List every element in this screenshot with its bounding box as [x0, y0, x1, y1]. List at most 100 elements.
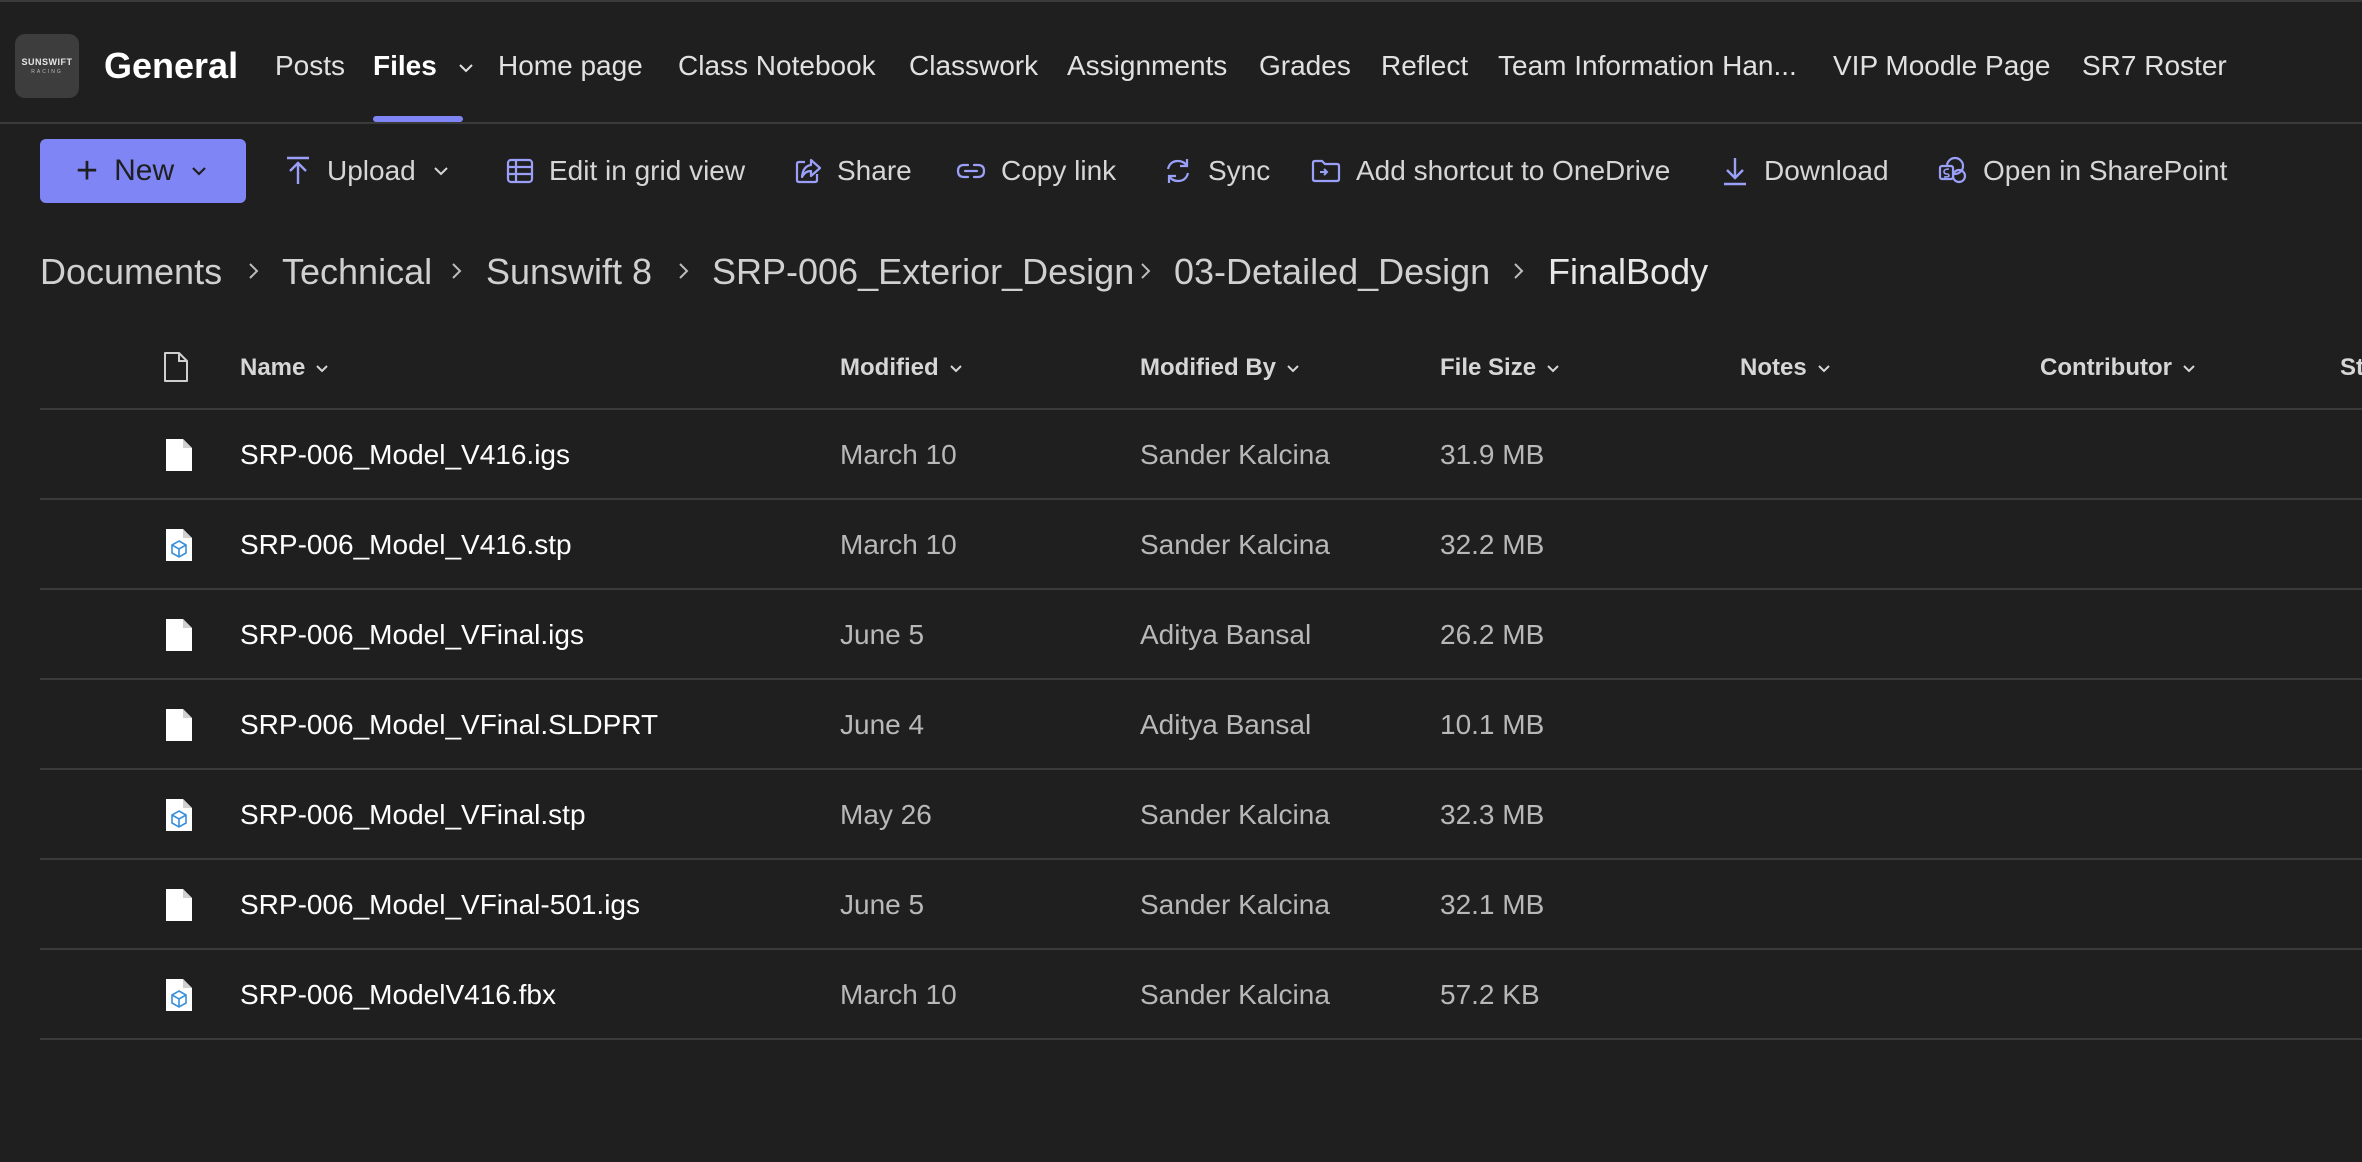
download-label: Download [1764, 155, 1889, 186]
channel-header: SUNSWIFT RACING General Posts Files Home… [0, 0, 2362, 124]
open-in-sharepoint-button[interactable]: Open in SharePoint [1937, 152, 2227, 190]
table-row[interactable]: SRP-006_Model_V416.stp March 10 Sander K… [40, 500, 2362, 590]
tab-assignments[interactable]: Assignments [1067, 48, 1227, 84]
tab-team-information[interactable]: Team Information Han... [1498, 48, 1797, 84]
divider [40, 1038, 2362, 1040]
column-header-status[interactable]: St [2340, 352, 2362, 384]
chevron-down-icon [316, 364, 329, 373]
breadcrumb-technical[interactable]: Technical [282, 250, 432, 294]
chevron-down-icon [458, 63, 473, 73]
tab-grades[interactable]: Grades [1259, 48, 1351, 84]
file-size: 32.1 MB [1440, 889, 1545, 920]
column-header-contributor[interactable]: Contributor [2040, 352, 2198, 384]
add-shortcut-icon [1311, 159, 1341, 183]
copy-link-button[interactable]: Copy link [955, 152, 1116, 190]
file-name[interactable]: SRP-006_Model_VFinal-501.igs [240, 887, 640, 923]
chevron-down-icon [949, 364, 962, 373]
table-row[interactable]: SRP-006_ModelV416.fbx March 10 Sander Ka… [40, 950, 2362, 1040]
add-shortcut-label: Add shortcut to OneDrive [1356, 155, 1671, 186]
modified-by: Aditya Bansal [1140, 709, 1312, 740]
active-tab-indicator [373, 116, 463, 122]
column-header-modified-by-label: Modified By [1140, 354, 1276, 381]
chevron-right-icon [1141, 263, 1151, 279]
breadcrumb-detailed-design[interactable]: 03-Detailed_Design [1174, 250, 1490, 294]
file-size: 57.2 KB [1440, 979, 1540, 1010]
breadcrumb-exterior-design[interactable]: SRP-006_Exterior_Design [712, 250, 1134, 294]
tab-posts[interactable]: Posts [275, 48, 345, 84]
file-name[interactable]: SRP-006_Model_VFinal.SLDPRT [240, 707, 658, 743]
file-name[interactable]: SRP-006_Model_VFinal.igs [240, 617, 584, 653]
column-header-name[interactable]: Name [240, 352, 331, 384]
share-button[interactable]: Share [793, 152, 912, 190]
modified-by: Sander Kalcina [1140, 979, 1330, 1010]
upload-button[interactable]: Upload [283, 152, 452, 190]
tab-files[interactable]: Files [373, 48, 477, 84]
column-header-modified[interactable]: Modified [840, 352, 965, 384]
generic-file-icon [166, 439, 192, 471]
new-button[interactable]: + New [40, 139, 246, 203]
chevron-right-icon [679, 263, 689, 279]
chevron-down-icon [1817, 364, 1830, 373]
add-shortcut-button[interactable]: Add shortcut to OneDrive [1310, 152, 1670, 190]
generic-file-icon [166, 619, 192, 651]
modified-date: June 4 [840, 709, 925, 740]
column-header-file-size[interactable]: File Size [1440, 352, 1562, 384]
file-size: 32.3 MB [1440, 799, 1545, 830]
table-row[interactable]: SRP-006_Model_VFinal.stp May 26 Sander K… [40, 770, 2362, 860]
column-header-notes-label: Notes [1740, 354, 1807, 381]
tab-home-page[interactable]: Home page [498, 48, 643, 84]
download-button[interactable]: Download [1720, 152, 1889, 190]
file-size: 10.1 MB [1440, 709, 1545, 740]
column-header-modified-by[interactable]: Modified By [1140, 352, 1302, 384]
modified-by: Sander Kalcina [1140, 799, 1330, 830]
sharepoint-icon [1938, 156, 1967, 184]
modified-date: May 26 [840, 799, 932, 830]
chevron-down-icon [2183, 364, 2195, 373]
modified-date: March 10 [840, 979, 957, 1010]
tab-sr7-roster[interactable]: SR7 Roster [2082, 48, 2227, 84]
file-name[interactable]: SRP-006_ModelV416.fbx [240, 977, 556, 1013]
team-logo[interactable]: SUNSWIFT RACING [15, 34, 79, 98]
chevron-down-icon [192, 167, 206, 176]
file-name[interactable]: SRP-006_Model_VFinal.stp [240, 797, 586, 833]
modified-date: March 10 [840, 529, 957, 560]
column-header-name-label: Name [240, 354, 306, 381]
sync-label: Sync [1208, 155, 1271, 186]
column-header-notes[interactable]: Notes [1740, 352, 1833, 384]
chevron-down-icon [1287, 364, 1299, 373]
breadcrumb-documents[interactable]: Documents [40, 250, 222, 294]
file-type-column-icon[interactable] [162, 350, 190, 384]
chevron-down-icon [1547, 364, 1559, 373]
3d-model-file-icon [166, 799, 192, 831]
column-header-modified-label: Modified [840, 354, 939, 381]
tab-vip-moodle-page[interactable]: VIP Moodle Page [1833, 48, 2050, 84]
file-name[interactable]: SRP-006_Model_V416.igs [240, 437, 570, 473]
link-icon [956, 163, 986, 179]
share-icon [795, 158, 822, 184]
file-name[interactable]: SRP-006_Model_V416.stp [240, 527, 572, 563]
upload-icon [287, 156, 309, 184]
tab-classwork[interactable]: Classwork [909, 48, 1038, 84]
new-button-label: New [114, 154, 175, 187]
table-row[interactable]: SRP-006_Model_VFinal-501.igs June 5 Sand… [40, 860, 2362, 950]
file-size: 26.2 MB [1440, 619, 1545, 650]
grid-icon [506, 158, 534, 184]
channel-title: General [104, 45, 239, 86]
table-row[interactable]: SRP-006_Model_V416.igs March 10 Sander K… [40, 410, 2362, 500]
modified-date: March 10 [840, 439, 957, 470]
copy-link-label: Copy link [1001, 155, 1117, 186]
sync-icon [1166, 159, 1190, 183]
download-icon [1724, 158, 1746, 186]
file-size: 32.2 MB [1440, 529, 1545, 560]
modified-by: Aditya Bansal [1140, 619, 1312, 650]
sync-button[interactable]: Sync [1162, 152, 1270, 190]
table-row[interactable]: SRP-006_Model_VFinal.SLDPRT June 4 Adity… [40, 680, 2362, 770]
breadcrumb-sunswift-8[interactable]: Sunswift 8 [486, 250, 652, 294]
tab-class-notebook[interactable]: Class Notebook [678, 48, 876, 84]
chevron-down-icon [434, 167, 448, 176]
tab-reflect[interactable]: Reflect [1381, 48, 1468, 84]
edit-grid-view-button[interactable]: Edit in grid view [505, 152, 745, 190]
column-header-contributor-label: Contributor [2040, 354, 2172, 381]
table-row[interactable]: SRP-006_Model_VFinal.igs June 5 Aditya B… [40, 590, 2362, 680]
file-size: 31.9 MB [1440, 439, 1545, 470]
